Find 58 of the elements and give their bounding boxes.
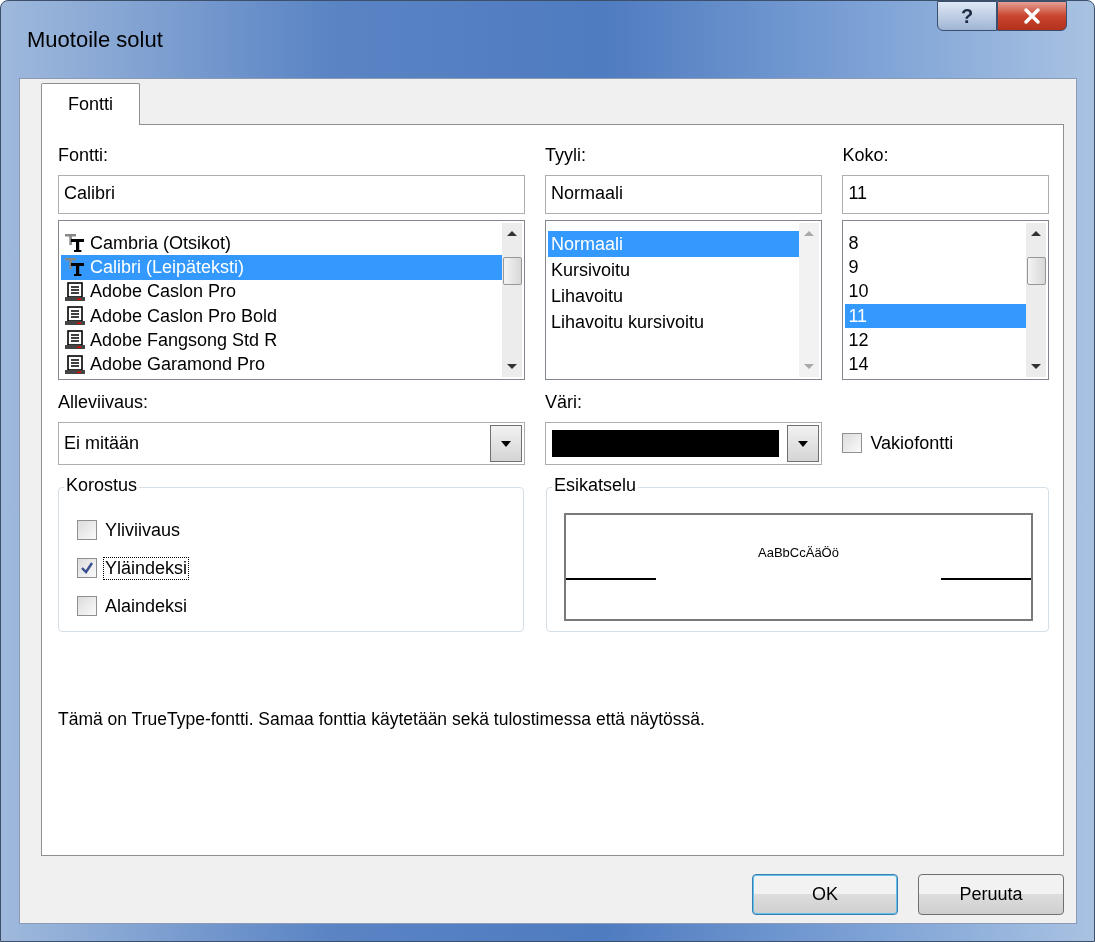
- field-label: Fontti:: [58, 145, 110, 167]
- info-text: Tämä on TrueType-fontti. Samaa fonttia käytetään sekä tulostimessa että näytössä.: [58, 709, 706, 730]
- field-label: Tyyli:: [545, 145, 588, 167]
- field-label: Alleviivaus:: [58, 392, 150, 414]
- list-item[interactable]: Adobe Caslon Pro: [61, 279, 502, 304]
- dropdown-button[interactable]: [787, 425, 820, 462]
- checkbox[interactable]: [77, 596, 97, 616]
- truetype-icon: [64, 233, 86, 254]
- underline-dropdown[interactable]: Ei mitään: [58, 422, 525, 465]
- checkbox[interactable]: [842, 433, 863, 453]
- field-label: Koko:: [842, 145, 890, 167]
- checkbox-label[interactable]: Alaindeksi: [103, 594, 190, 618]
- scroll-up-icon[interactable]: [1030, 229, 1042, 237]
- close-button[interactable]: [997, 1, 1067, 31]
- scrollbar[interactable]: [502, 223, 522, 377]
- list-item[interactable]: Adobe Fangsong Std R: [61, 328, 502, 353]
- scrollbar[interactable]: [1026, 223, 1046, 377]
- list-item[interactable]: Cambria (Otsikot): [61, 231, 502, 256]
- list-item[interactable]: 10: [845, 279, 1026, 304]
- list-item[interactable]: Lihavoitu kursivoitu: [548, 309, 800, 335]
- scroll-thumb[interactable]: [1026, 257, 1046, 285]
- truetype-icon: [64, 257, 86, 278]
- checkbox-label[interactable]: Yliviivaus: [103, 518, 183, 542]
- list-item[interactable]: Adobe Garamond Pro: [61, 352, 502, 377]
- list-item[interactable]: Adobe Caslon Pro Bold: [61, 304, 502, 329]
- checkbox[interactable]: [77, 520, 97, 540]
- input-field[interactable]: 11: [842, 175, 1049, 214]
- list-item[interactable]: Kursivoitu: [548, 257, 800, 283]
- list-item[interactable]: 8: [845, 231, 1026, 256]
- help-button[interactable]: ?: [937, 1, 997, 31]
- checkbox-label[interactable]: Yläindeksi: [103, 556, 190, 580]
- list-item[interactable]: 9: [845, 255, 1026, 280]
- list-item[interactable]: 14: [845, 352, 1026, 377]
- preview-sample: AaBbCcÄäÖö: [757, 545, 840, 560]
- scroll-down-icon[interactable]: [1030, 363, 1042, 371]
- scroll-thumb[interactable]: [502, 257, 522, 285]
- close-icon: [1021, 8, 1043, 24]
- printer-font-icon: [64, 281, 86, 302]
- printer-font-icon: [64, 306, 86, 327]
- checkbox[interactable]: [77, 558, 97, 578]
- printer-font-icon: [64, 354, 86, 375]
- window-title: Muotoile solut: [27, 27, 163, 53]
- tab[interactable]: Fontti: [41, 83, 141, 125]
- dropdown-button[interactable]: [490, 425, 522, 462]
- color-dropdown[interactable]: [545, 422, 823, 465]
- field-label: Väri:: [545, 392, 584, 414]
- cancel-button[interactable]: Peruuta: [918, 874, 1064, 915]
- list-item[interactable]: Lihavoitu: [548, 283, 800, 309]
- caret-icon: [500, 439, 512, 448]
- ok-button[interactable]: OK: [752, 874, 898, 915]
- input-field[interactable]: Normaali: [545, 175, 823, 214]
- checkbox-label[interactable]: Vakiofontti: [868, 431, 956, 455]
- input-field[interactable]: Calibri: [58, 175, 525, 214]
- scroll-down-icon[interactable]: [506, 363, 518, 371]
- scroll-up-icon[interactable]: [506, 229, 518, 237]
- caret-icon: [797, 439, 810, 448]
- printer-font-icon: [64, 330, 86, 351]
- list-item[interactable]: 12: [845, 328, 1026, 353]
